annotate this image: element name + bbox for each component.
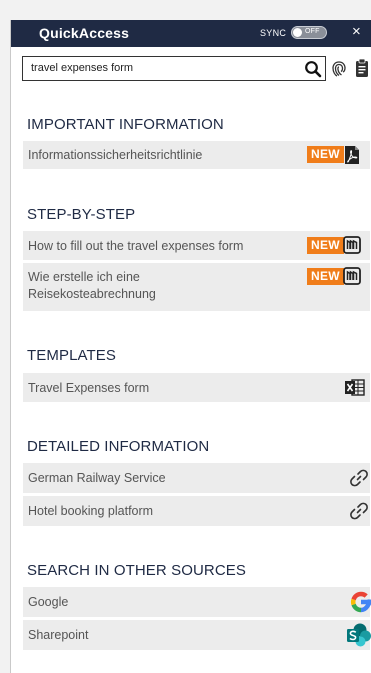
link-icon xyxy=(350,469,368,487)
list-item[interactable]: German Railway Service xyxy=(23,463,370,493)
item-label-line-2: Reisekosteabrechnung xyxy=(28,287,156,301)
list-item[interactable]: Informationssicherheitsrichtlinie NEW xyxy=(23,141,370,169)
list-item[interactable]: Sharepoint xyxy=(23,620,371,650)
quickaccess-panel: QuickAccess SYNC OFF × IMPORTANT INFORMA… xyxy=(10,20,371,673)
list-item[interactable]: Hotel booking platform xyxy=(23,496,370,526)
fingerprint-icon[interactable] xyxy=(331,60,347,78)
new-badge: NEW xyxy=(307,146,344,163)
new-badge: NEW xyxy=(307,237,344,254)
item-label: Hotel booking platform xyxy=(28,504,154,518)
sync-label: SYNC xyxy=(260,28,287,38)
clipboard-icon[interactable] xyxy=(355,58,369,78)
search-icon[interactable] xyxy=(304,60,322,78)
item-label: How to fill out the travel expenses form xyxy=(28,239,244,253)
sharepoint-icon xyxy=(347,623,371,647)
sync-state: OFF xyxy=(305,28,320,35)
item-label: German Railway Service xyxy=(28,471,166,485)
section-title-step-by-step: STEP-BY-STEP xyxy=(27,206,136,223)
link-icon xyxy=(350,502,368,520)
item-label: Informationssicherheitsrichtlinie xyxy=(28,148,203,162)
sync-toggle[interactable]: OFF xyxy=(291,26,327,39)
app-title: QuickAccess xyxy=(39,25,130,41)
item-label: Google xyxy=(28,595,69,609)
book-icon xyxy=(343,267,361,285)
item-label: Travel Expenses form xyxy=(28,381,150,395)
google-icon xyxy=(350,591,371,613)
book-icon xyxy=(343,236,361,254)
search-field[interactable] xyxy=(22,56,326,81)
section-title-templates: TEMPLATES xyxy=(27,347,116,364)
toggle-knob xyxy=(293,28,302,37)
list-item[interactable]: Google xyxy=(23,587,371,617)
search-input[interactable] xyxy=(31,60,286,76)
item-label: Sharepoint xyxy=(28,628,89,642)
excel-icon xyxy=(345,379,365,396)
close-button[interactable]: × xyxy=(352,24,361,39)
list-item[interactable]: Wie erstelle ich eine Reisekosteabrechnu… xyxy=(23,263,370,311)
panel-header: QuickAccess SYNC OFF × xyxy=(11,20,371,47)
pdf-icon xyxy=(345,146,359,164)
item-label-line-1: Wie erstelle ich eine xyxy=(28,270,140,284)
new-badge: NEW xyxy=(307,268,344,285)
section-title-detailed-information: DETAILED INFORMATION xyxy=(27,438,210,455)
section-title-search-in-other-sources: SEARCH IN OTHER SOURCES xyxy=(27,562,246,579)
list-item[interactable]: Travel Expenses form xyxy=(23,373,370,402)
list-item[interactable]: How to fill out the travel expenses form… xyxy=(23,231,370,260)
section-title-important-information: IMPORTANT INFORMATION xyxy=(27,116,224,133)
